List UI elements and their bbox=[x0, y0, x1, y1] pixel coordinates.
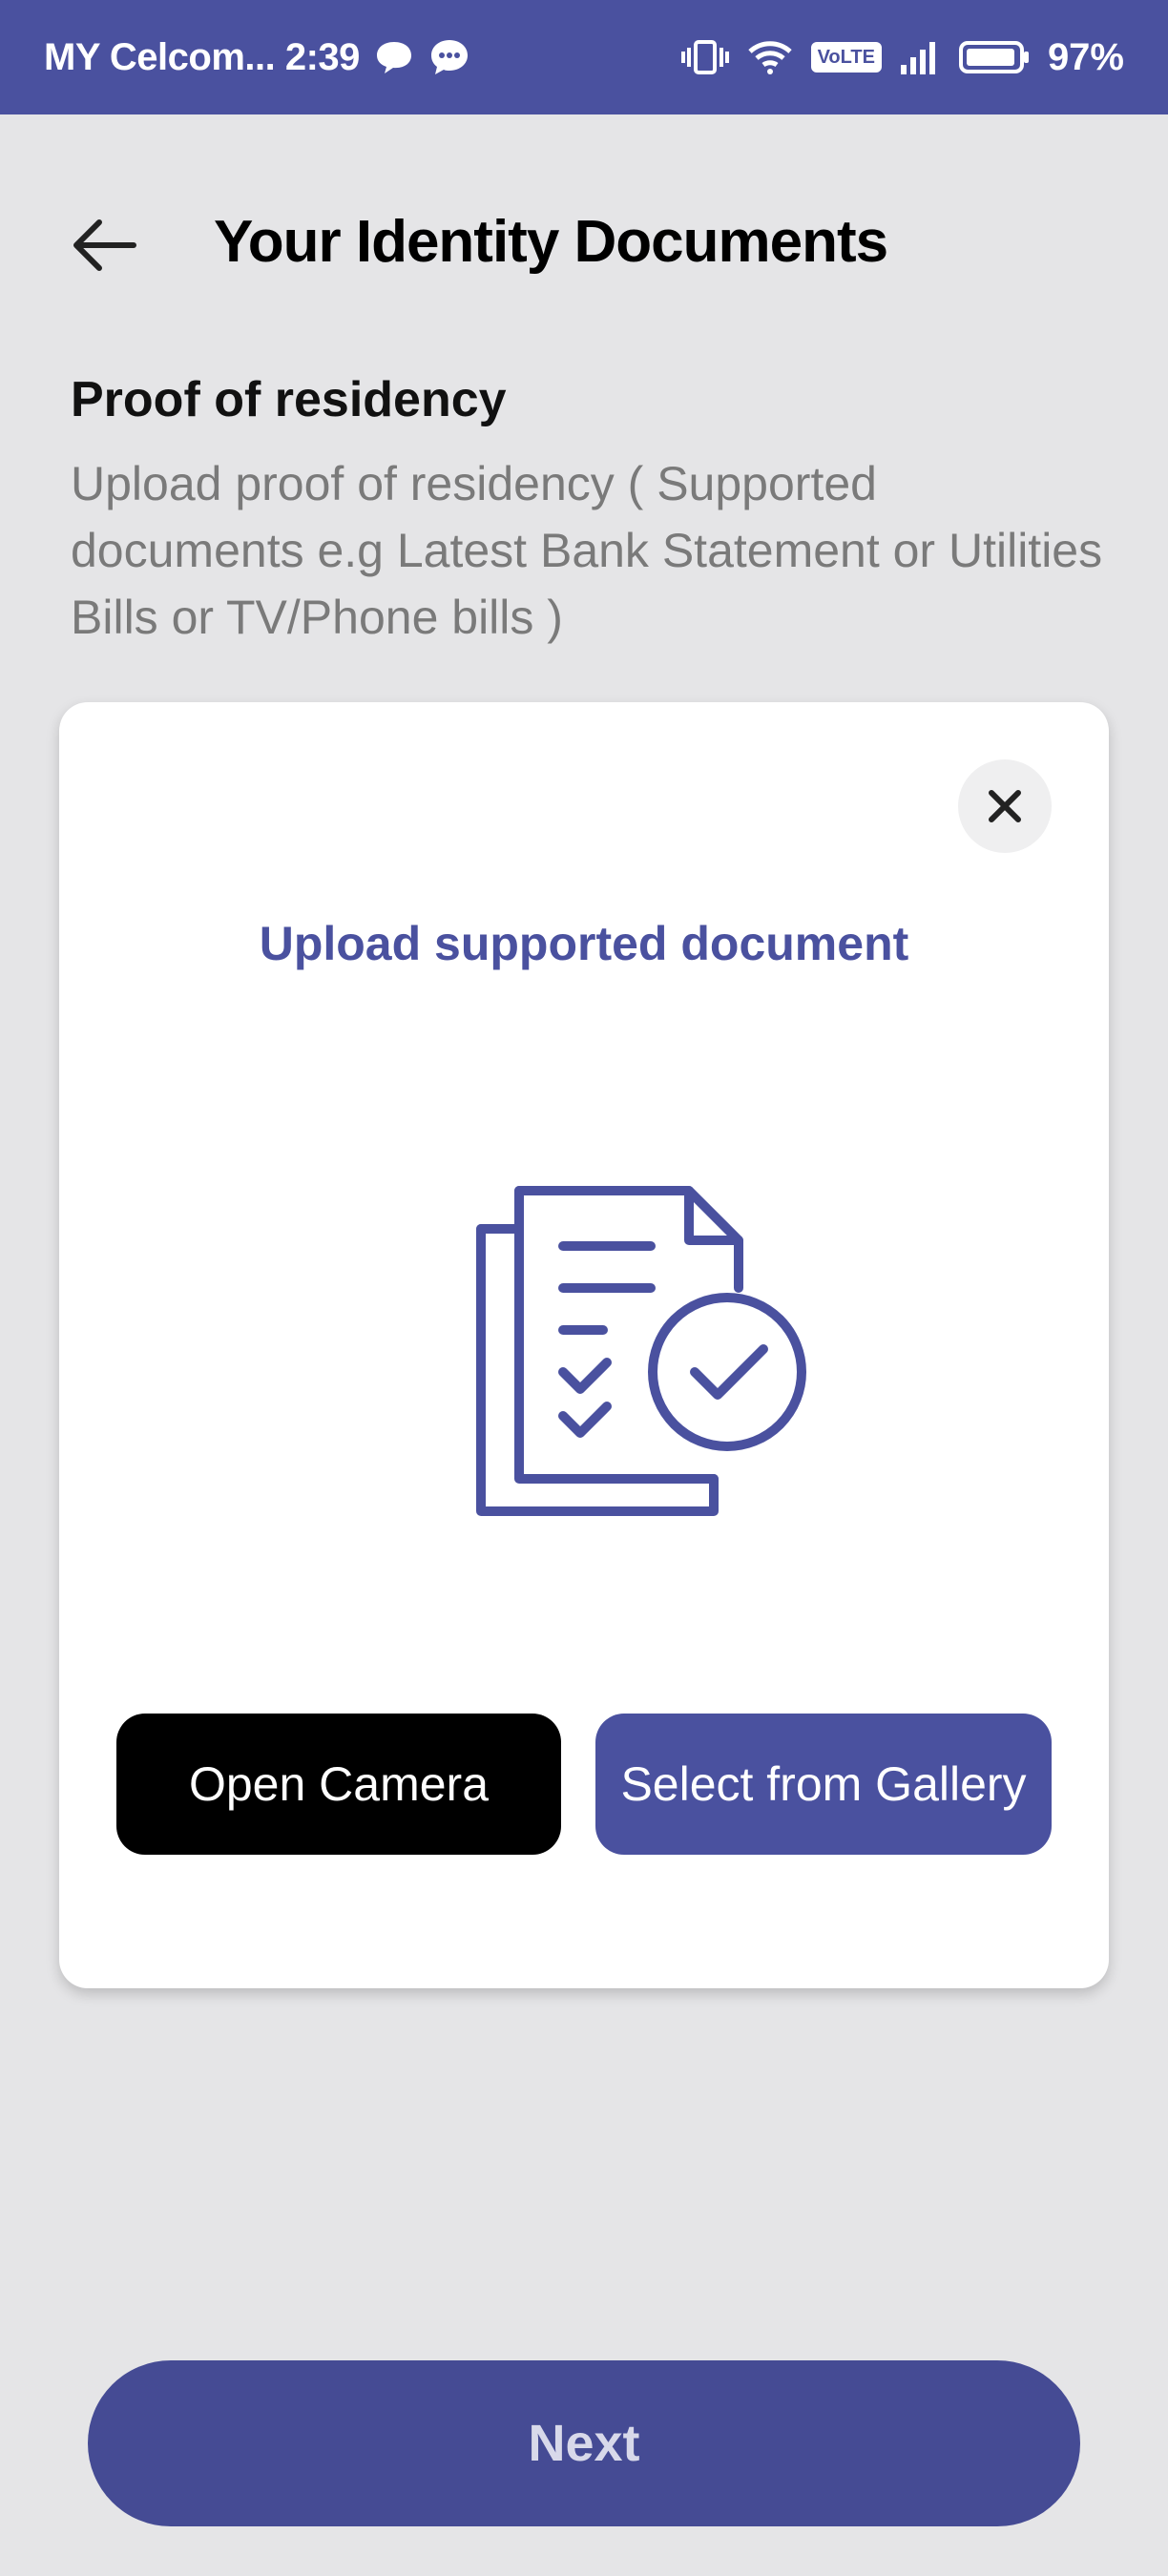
open-camera-button[interactable]: Open Camera bbox=[116, 1714, 561, 1855]
section-title: Proof of residency bbox=[71, 372, 507, 427]
app-header: Your Identity Documents bbox=[0, 191, 1168, 296]
upload-card: Upload supported document Open Camera Se… bbox=[59, 702, 1109, 1988]
close-icon bbox=[989, 790, 1021, 822]
document-checklist-icon bbox=[476, 1186, 806, 1516]
battery-percent: 97% bbox=[1047, 35, 1124, 78]
status-bar: MY Celcom... 2:39 VoLTE 97% bbox=[0, 0, 1168, 114]
carrier-time: MY Celcom... 2:39 bbox=[44, 35, 360, 78]
message-dots-icon bbox=[428, 37, 470, 77]
back-button[interactable] bbox=[61, 212, 147, 279]
volte-icon: VoLTE bbox=[810, 42, 882, 73]
select-from-gallery-button[interactable]: Select from Gallery bbox=[595, 1714, 1052, 1855]
vibrate-icon bbox=[680, 38, 729, 76]
chat-bubble-icon bbox=[375, 39, 413, 75]
wifi-icon bbox=[746, 38, 794, 76]
upload-card-heading: Upload supported document bbox=[259, 917, 909, 970]
next-button[interactable]: Next bbox=[88, 2360, 1080, 2526]
status-left: MY Celcom... 2:39 bbox=[44, 36, 470, 79]
status-right: VoLTE 97% bbox=[680, 35, 1124, 79]
battery-icon bbox=[958, 38, 1031, 76]
close-button[interactable] bbox=[958, 759, 1052, 853]
arrow-left-icon bbox=[73, 219, 136, 271]
signal-icon bbox=[899, 38, 941, 76]
section-description: Upload proof of residency ( Supported do… bbox=[71, 457, 1103, 644]
page-title: Your Identity Documents bbox=[214, 209, 888, 275]
